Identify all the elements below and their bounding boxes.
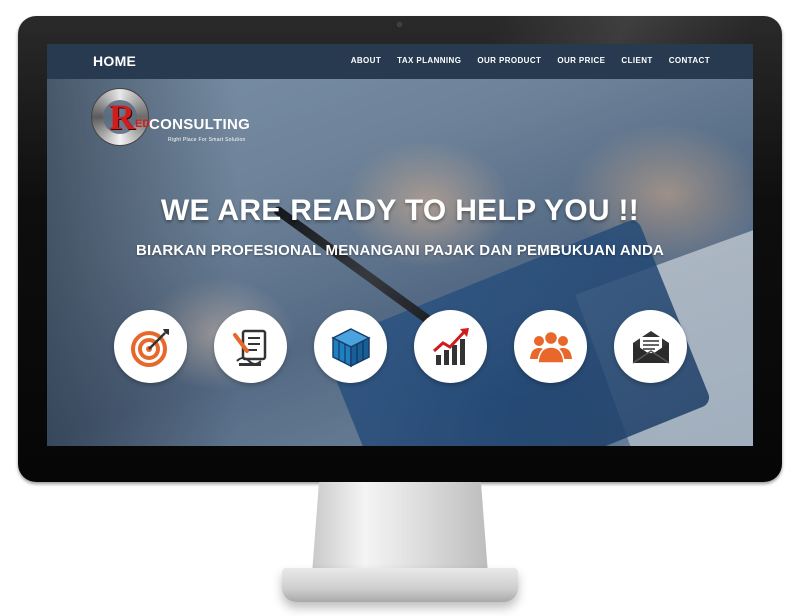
- hero-headline: WE ARE READY TO HELP YOU !!: [160, 194, 640, 227]
- cube-icon: [330, 327, 371, 367]
- monitor-base: [282, 568, 518, 602]
- logo-tagline: Right Place For Smart Solution: [168, 137, 246, 143]
- logo-letter: R: [109, 97, 135, 137]
- hero-subheadline: BIARKAN PROFESIONAL MENANGANI PAJAK DAN …: [135, 242, 665, 259]
- webcam: [397, 22, 402, 27]
- document-sign-icon: [232, 329, 266, 366]
- logo-name: CONSULTING: [149, 116, 251, 133]
- logo-ed: ED: [135, 118, 151, 130]
- monitor-stand: [312, 482, 488, 574]
- feature-icons-row: [114, 310, 687, 383]
- nav-home-link[interactable]: HOME: [93, 53, 136, 69]
- growth-chart-icon: [432, 327, 469, 365]
- nav-links: ABOUT TAX PLANNING OUR PRODUCT OUR PRICE…: [351, 56, 710, 65]
- nav-our-price-link[interactable]: OUR PRICE: [557, 56, 605, 65]
- feature-target[interactable]: [114, 310, 187, 383]
- company-logo[interactable]: R ED CONSULTING Right Place For Smart So…: [91, 88, 271, 158]
- team-icon: [529, 330, 572, 364]
- nav-contact-link[interactable]: CONTACT: [669, 56, 710, 65]
- feature-growth[interactable]: [414, 310, 487, 383]
- feature-team[interactable]: [514, 310, 587, 383]
- feature-cube[interactable]: [314, 310, 387, 383]
- website-screen: HOME ABOUT TAX PLANNING OUR PRODUCT OUR …: [47, 44, 753, 446]
- mail-icon: [632, 330, 669, 364]
- nav-tax-planning-link[interactable]: TAX PLANNING: [397, 56, 461, 65]
- nav-our-product-link[interactable]: OUR PRODUCT: [477, 56, 541, 65]
- nav-about-link[interactable]: ABOUT: [351, 56, 381, 65]
- nav-client-link[interactable]: CLIENT: [621, 56, 652, 65]
- feature-document[interactable]: [214, 310, 287, 383]
- top-navbar: HOME ABOUT TAX PLANNING OUR PRODUCT OUR …: [47, 44, 753, 79]
- feature-mail[interactable]: [614, 310, 687, 383]
- target-icon: [130, 328, 169, 367]
